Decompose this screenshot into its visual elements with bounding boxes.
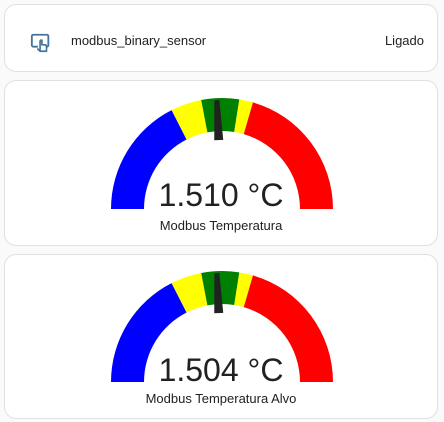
gauge-value: 1.504 °C <box>158 352 284 388</box>
gauge-value: 1.510 °C <box>158 177 284 213</box>
entity-card: modbus_binary_sensor Ligado <box>4 4 438 72</box>
gauge-label: Modbus Temperatura Alvo <box>145 391 297 406</box>
entity-state[interactable]: Ligado <box>385 33 424 48</box>
hand-pointer-screen-icon <box>30 33 50 53</box>
gauge-card[interactable]: 1.510 °C Modbus Temperatura <box>4 80 438 246</box>
gauge-label: Modbus Temperatura <box>159 218 283 233</box>
gauge-card[interactable]: 1.504 °C Modbus Temperatura Alvo <box>4 254 438 419</box>
entity-name[interactable]: modbus_binary_sensor <box>71 33 206 48</box>
